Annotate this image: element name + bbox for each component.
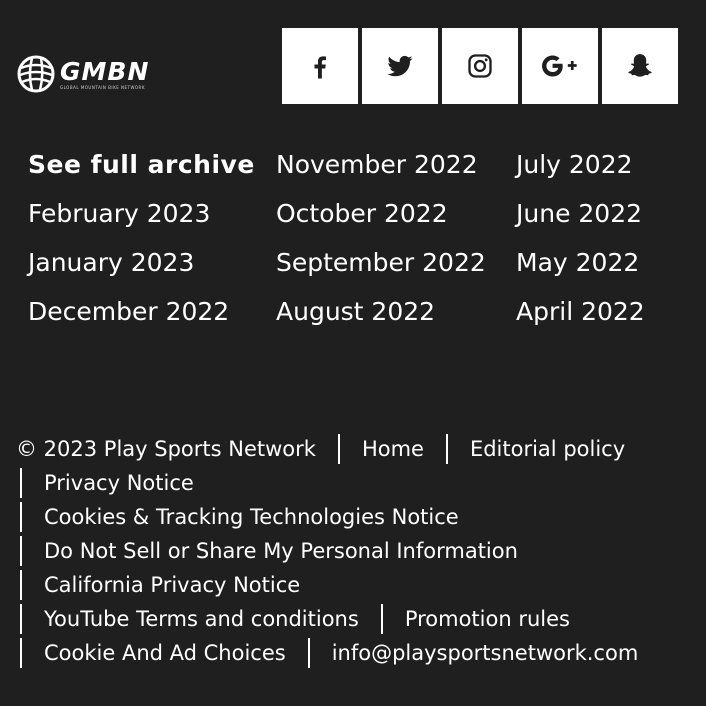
separator <box>445 434 448 464</box>
promotion-rules-link[interactable]: Promotion rules <box>405 602 570 636</box>
privacy-notice-link[interactable]: Privacy Notice <box>44 466 194 500</box>
facebook-icon <box>314 56 326 79</box>
editorial-policy-link[interactable]: Editorial policy <box>470 432 625 466</box>
archive-column-2: November 2022 October 2022 September 202… <box>276 140 486 336</box>
twitter-button[interactable] <box>362 28 438 104</box>
do-not-sell-link[interactable]: Do Not Sell or Share My Personal Informa… <box>44 534 518 568</box>
archive-link[interactable]: June 2022 <box>516 189 645 238</box>
archive-link[interactable]: November 2022 <box>276 140 486 189</box>
archive-link[interactable]: February 2023 <box>28 189 255 238</box>
footer-row: Privacy Notice <box>16 466 696 500</box>
site-footer: © 2023 Play Sports Network Home Editoria… <box>16 432 696 670</box>
brand-tagline: GLOBAL MOUNTAIN BIKE NETWORK <box>60 84 145 90</box>
archive-link[interactable]: July 2022 <box>516 140 645 189</box>
separator <box>20 536 22 566</box>
archive-link[interactable]: December 2022 <box>28 287 255 336</box>
social-links <box>282 28 678 104</box>
ad-choices-link[interactable]: Cookie And Ad Choices <box>44 636 286 670</box>
snapchat-icon <box>628 54 652 77</box>
separator <box>380 604 383 634</box>
snapchat-button[interactable] <box>602 28 678 104</box>
separator <box>337 434 340 464</box>
archive-link[interactable]: May 2022 <box>516 238 645 287</box>
archive-column-1: See full archive February 2023 January 2… <box>28 140 255 336</box>
archive-link[interactable]: September 2022 <box>276 238 486 287</box>
separator <box>307 638 310 668</box>
footer-row: Cookies & Tracking Technologies Notice <box>16 500 696 534</box>
brand-name: GMBN <box>60 56 150 86</box>
instagram-icon <box>468 54 492 78</box>
copyright-text: © 2023 Play Sports Network <box>16 437 316 461</box>
footer-row: Cookie And Ad Choices info@playsportsnet… <box>16 636 696 670</box>
cookies-notice-link[interactable]: Cookies & Tracking Technologies Notice <box>44 500 459 534</box>
instagram-button[interactable] <box>442 28 518 104</box>
brand-logo[interactable]: GMBN GLOBAL MOUNTAIN BIKE NETWORK <box>16 54 171 94</box>
archive-column-3: July 2022 June 2022 May 2022 April 2022 <box>516 140 645 336</box>
separator <box>20 502 22 532</box>
footer-row: California Privacy Notice <box>16 568 696 602</box>
google-plus-button[interactable] <box>522 28 598 104</box>
gmbn-ball-logo-icon <box>17 55 55 93</box>
archive-link[interactable]: April 2022 <box>516 287 645 336</box>
archive-link[interactable]: August 2022 <box>276 287 486 336</box>
archive-link[interactable]: October 2022 <box>276 189 486 238</box>
california-privacy-link[interactable]: California Privacy Notice <box>44 568 300 602</box>
see-full-archive-link[interactable]: See full archive <box>28 140 255 189</box>
separator <box>20 638 22 668</box>
footer-row: Do Not Sell or Share My Personal Informa… <box>16 534 696 568</box>
separator <box>20 468 22 498</box>
home-link[interactable]: Home <box>362 432 424 466</box>
youtube-terms-link[interactable]: YouTube Terms and conditions <box>44 602 359 636</box>
separator <box>20 604 22 634</box>
archive-link[interactable]: January 2023 <box>28 238 255 287</box>
separator <box>20 570 22 600</box>
footer-row: © 2023 Play Sports Network Home Editoria… <box>16 432 696 466</box>
twitter-icon <box>387 55 413 77</box>
footer-row: YouTube Terms and conditions Promotion r… <box>16 602 696 636</box>
google-plus-icon <box>542 55 577 77</box>
email-link[interactable]: info@playsportsnetwork.com <box>332 636 639 670</box>
facebook-button[interactable] <box>282 28 358 104</box>
